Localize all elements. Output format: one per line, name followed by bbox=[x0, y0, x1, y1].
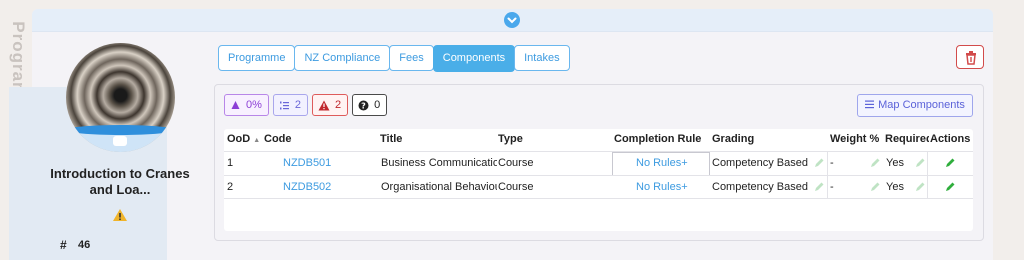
col-required-header[interactable]: Required bbox=[885, 133, 929, 145]
col-weight-header[interactable]: Weight % bbox=[830, 133, 879, 145]
grading-cell: Competency Based bbox=[712, 181, 808, 193]
type-cell: Course bbox=[498, 181, 534, 193]
column-divider bbox=[927, 152, 928, 175]
ordered-list-icon bbox=[279, 101, 289, 109]
trash-icon bbox=[966, 51, 976, 65]
course-title: Introduction to Cranes and Loa... bbox=[50, 166, 190, 197]
grading-cell: Competency Based bbox=[712, 157, 808, 169]
edit-grading-icon[interactable] bbox=[813, 157, 825, 169]
column-divider bbox=[827, 152, 828, 175]
col-type-header[interactable]: Type bbox=[498, 133, 523, 145]
column-divider bbox=[927, 176, 928, 199]
collapse-button[interactable] bbox=[504, 12, 520, 28]
warning-icon bbox=[113, 209, 127, 221]
title-cell: Organisational Behaviour bbox=[381, 181, 497, 193]
components-table: OoD ▲ Code Title Type Completion Rule Gr… bbox=[224, 129, 973, 231]
chevron-down-icon bbox=[507, 17, 517, 24]
required-cell: Yes bbox=[886, 157, 904, 169]
ordered-list-badge[interactable]: 2 bbox=[272, 94, 309, 116]
camera-icon[interactable] bbox=[113, 136, 127, 146]
list-icon bbox=[865, 100, 875, 109]
progress-badge[interactable]: 0% bbox=[224, 94, 269, 116]
type-cell: Course bbox=[498, 157, 534, 169]
tab-fees[interactable]: Fees bbox=[389, 45, 434, 71]
tab-nz-compliance[interactable]: NZ Compliance bbox=[294, 45, 391, 71]
required-cell: Yes bbox=[886, 181, 904, 193]
tab-bar: Programme NZ Compliance Fees Components … bbox=[218, 45, 570, 72]
table-row[interactable]: 1 NZDB501 Business Communication Course … bbox=[224, 151, 973, 176]
course-count: 46 bbox=[78, 239, 91, 251]
ood-cell: 2 bbox=[227, 181, 234, 193]
col-code-header[interactable]: Code bbox=[264, 133, 292, 145]
ood-cell: 1 bbox=[227, 157, 234, 169]
bell-icon bbox=[231, 100, 240, 109]
question-badge[interactable]: ? 0 bbox=[352, 94, 388, 116]
code-link[interactable]: NZDB501 bbox=[283, 152, 331, 175]
edit-grading-icon[interactable] bbox=[813, 181, 825, 193]
edit-row-icon[interactable] bbox=[944, 181, 956, 193]
warning-icon bbox=[318, 100, 330, 110]
weight-cell: - bbox=[830, 157, 834, 169]
tab-components[interactable]: Components bbox=[432, 45, 516, 72]
col-ood-header[interactable]: OoD ▲ bbox=[227, 133, 260, 145]
code-link[interactable]: NZDB502 bbox=[283, 176, 331, 199]
svg-text:?: ? bbox=[361, 101, 366, 110]
edit-required-icon[interactable] bbox=[914, 181, 926, 193]
card-topbar bbox=[32, 9, 993, 32]
status-badges: 0% 2 2 ? 0 bbox=[224, 94, 388, 116]
column-divider bbox=[827, 176, 828, 199]
warning-badge[interactable]: 2 bbox=[312, 94, 349, 116]
delete-button[interactable] bbox=[956, 45, 984, 69]
table-row[interactable]: 2 NZDB502 Organisational Behaviour Cours… bbox=[224, 175, 973, 199]
weight-cell: - bbox=[830, 181, 834, 193]
col-title-header[interactable]: Title bbox=[380, 133, 402, 145]
col-completion-header[interactable]: Completion Rule bbox=[614, 133, 701, 145]
edit-required-icon[interactable] bbox=[914, 157, 926, 169]
col-grading-header[interactable]: Grading bbox=[712, 133, 754, 145]
map-components-button[interactable]: Map Components bbox=[857, 94, 973, 117]
edit-weight-icon[interactable] bbox=[869, 157, 881, 169]
col-actions-header: Actions bbox=[930, 133, 971, 145]
edit-weight-icon[interactable] bbox=[869, 181, 881, 193]
completion-rule-link[interactable]: No Rules+ bbox=[636, 152, 688, 175]
title-cell: Business Communication bbox=[381, 157, 497, 169]
completion-rule-link[interactable]: No Rules+ bbox=[636, 176, 688, 199]
edit-row-icon[interactable] bbox=[944, 157, 956, 169]
tab-intakes[interactable]: Intakes bbox=[514, 45, 570, 71]
question-icon: ? bbox=[358, 100, 369, 110]
sort-icon: ▲ bbox=[253, 137, 261, 144]
course-avatar[interactable] bbox=[66, 43, 175, 152]
tab-programme[interactable]: Programme bbox=[218, 45, 296, 71]
hash-icon: # bbox=[60, 238, 67, 252]
